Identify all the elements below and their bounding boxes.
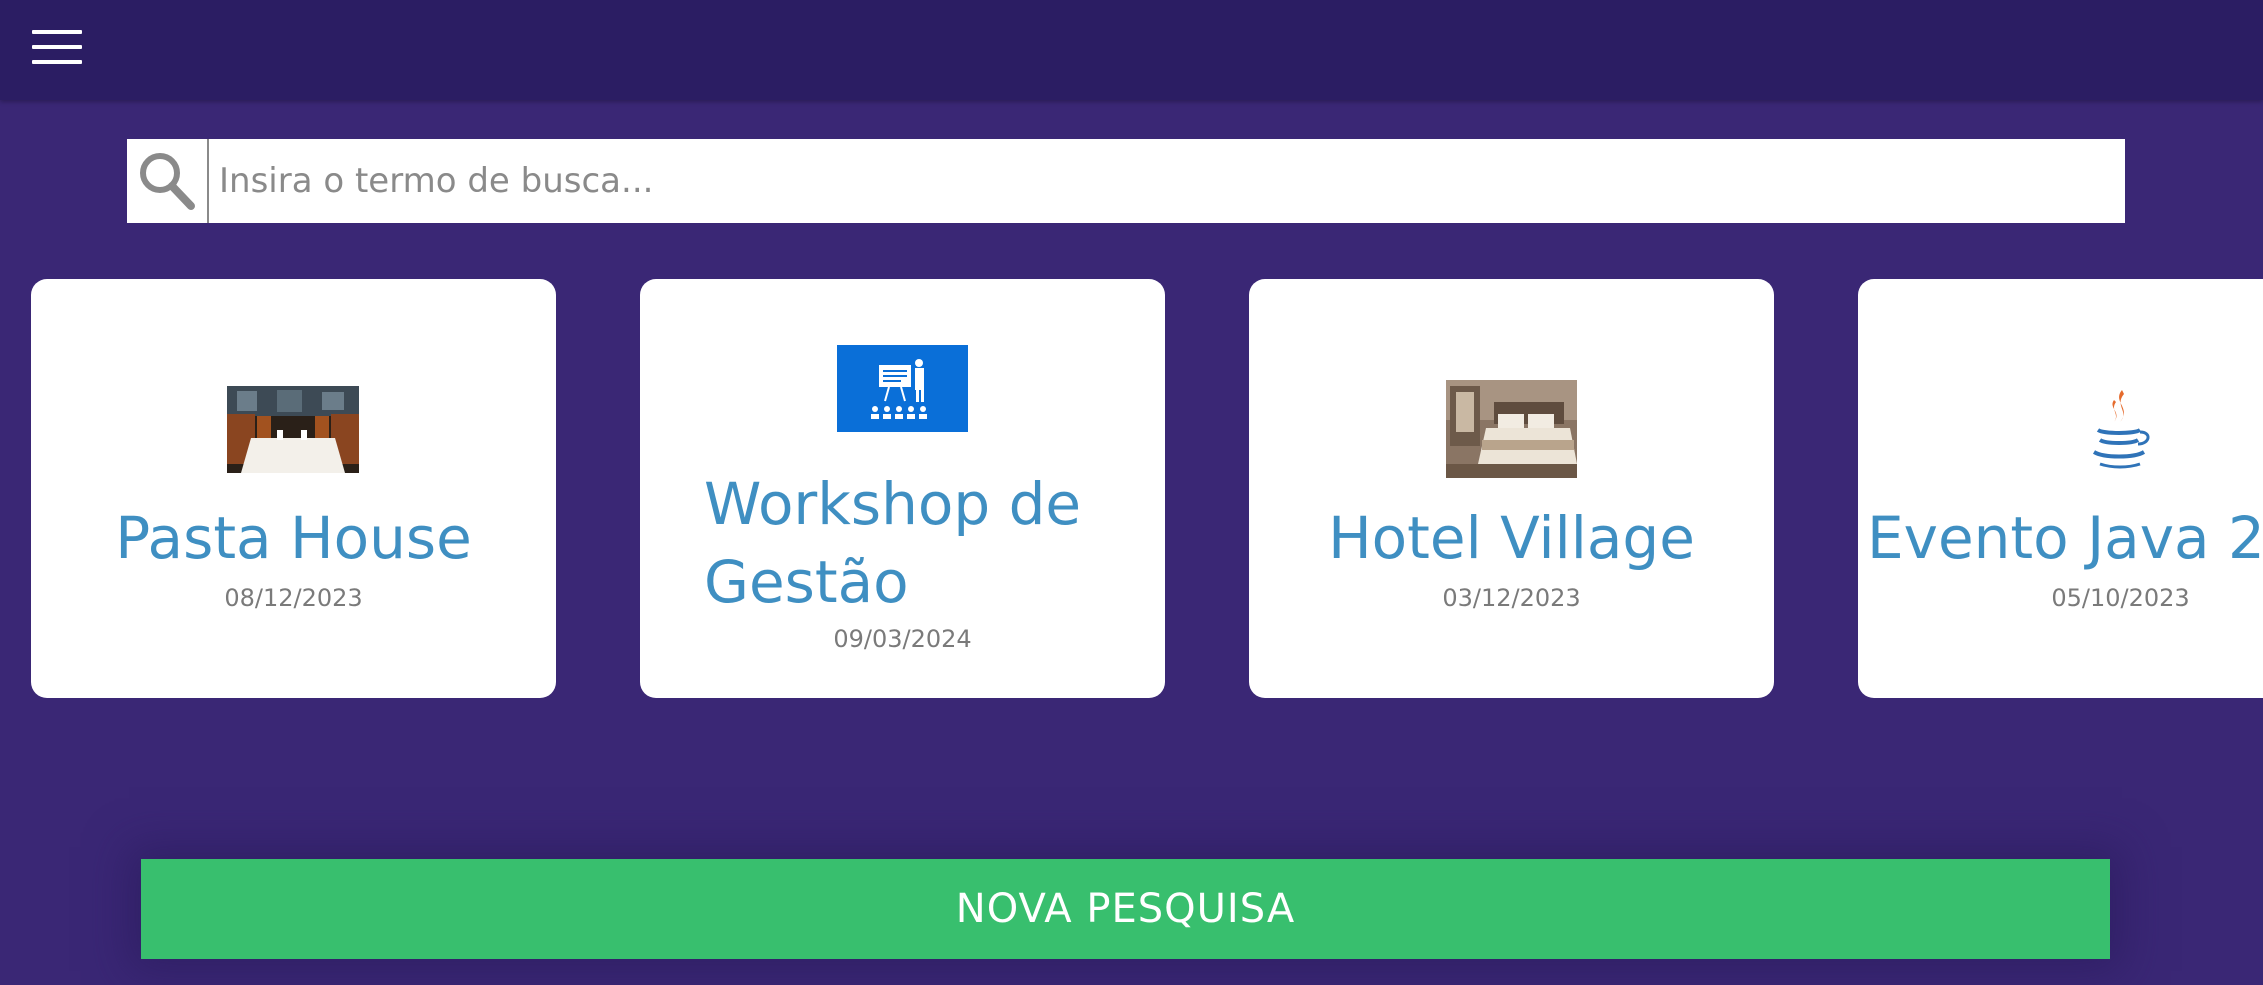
search-input[interactable]	[209, 139, 2125, 223]
card-date: 08/12/2023	[224, 584, 363, 612]
workshop-presentation-icon	[837, 345, 968, 432]
card-title-line-2: Gestão	[704, 548, 909, 616]
event-card-evento-java[interactable]: Evento Java 2 05/10/2023	[1858, 279, 2263, 698]
card-date: 09/03/2024	[833, 625, 972, 653]
new-search-button[interactable]: NOVA PESQUISA	[141, 859, 2110, 959]
card-title: Hotel Village	[1328, 504, 1695, 572]
event-card-workshop-gestao[interactable]: Workshop de Gestão 09/03/2024	[640, 279, 1165, 698]
java-icon	[2092, 390, 2150, 469]
restaurant-photo	[227, 386, 359, 473]
card-title: Pasta House	[115, 504, 472, 572]
card-date: 03/12/2023	[1442, 584, 1581, 612]
card-title-line-1: Workshop de	[704, 470, 1082, 538]
hamburger-menu-icon[interactable]	[32, 30, 82, 66]
top-bar	[0, 0, 2263, 100]
search-icon[interactable]	[127, 139, 209, 223]
hotel-room-photo	[1446, 380, 1577, 478]
event-card-pasta-house[interactable]: Pasta House 08/12/2023	[31, 279, 556, 698]
search-bar	[127, 139, 2125, 223]
card-title: Evento Java 2	[1867, 504, 2263, 572]
event-card-hotel-village[interactable]: Hotel Village 03/12/2023	[1249, 279, 1774, 698]
card-date: 05/10/2023	[2051, 584, 2190, 612]
